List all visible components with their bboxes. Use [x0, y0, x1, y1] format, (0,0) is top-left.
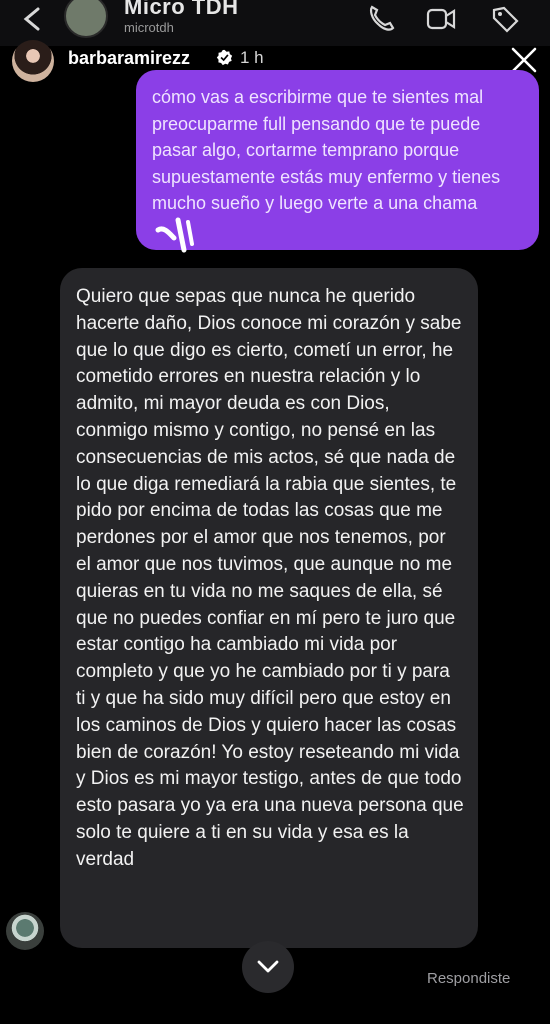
received-message-text: Quiero que sepas que nunca he querido ha…: [76, 286, 464, 870]
chat-avatar[interactable]: [64, 0, 108, 38]
chevron-down-icon: [257, 960, 279, 973]
story-avatar[interactable]: [12, 40, 54, 82]
verified-badge-icon: [216, 49, 233, 66]
chat-subtitle: microtdh: [124, 20, 174, 35]
back-arrow-icon[interactable]: [20, 6, 46, 32]
tag-icon[interactable]: [490, 4, 520, 34]
scribble-mark-icon: [155, 217, 194, 253]
sender-avatar[interactable]: [6, 912, 44, 950]
story-time: 1 h: [240, 48, 264, 67]
sent-message-text: cómo vas a escribirme que te sientes mal…: [152, 87, 501, 213]
story-username[interactable]: barbaramirezz: [68, 48, 190, 69]
reply-status: Respondiste: [427, 970, 511, 987]
background-chat-header: Micro TDH microtdh: [0, 0, 550, 46]
chat-title[interactable]: Micro TDH: [124, 0, 239, 20]
scroll-down-button[interactable]: [242, 941, 294, 993]
received-message-bubble: Quiero que sepas que nunca he querido ha…: [60, 268, 478, 948]
video-icon[interactable]: [426, 4, 456, 34]
phone-icon[interactable]: [366, 4, 396, 34]
